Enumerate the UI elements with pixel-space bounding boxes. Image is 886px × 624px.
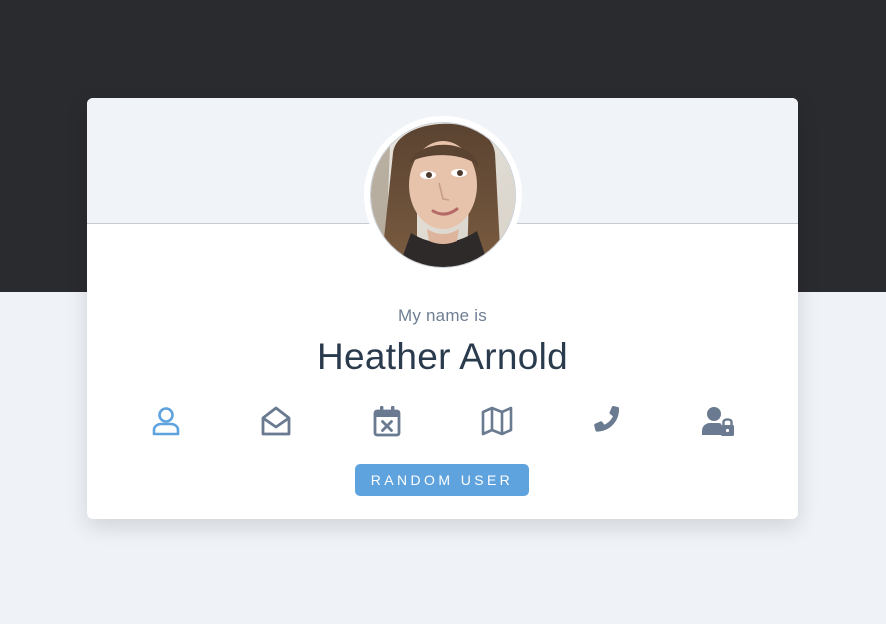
detail-icon-row <box>135 401 751 441</box>
envelope-open-icon[interactable] <box>256 401 296 441</box>
user-icon[interactable] <box>146 401 186 441</box>
user-lock-icon[interactable] <box>698 401 738 441</box>
name-label: My name is <box>398 306 487 325</box>
avatar-photo <box>371 123 515 267</box>
profile-card: My name is Heather Arnold RANDOM USER <box>87 98 798 519</box>
map-icon[interactable] <box>477 401 517 441</box>
phone-icon[interactable] <box>588 401 628 441</box>
user-name: Heather Arnold <box>316 336 569 377</box>
avatar <box>370 122 516 268</box>
random-user-button[interactable]: RANDOM USER <box>355 464 529 496</box>
calendar-x-icon[interactable] <box>367 401 407 441</box>
